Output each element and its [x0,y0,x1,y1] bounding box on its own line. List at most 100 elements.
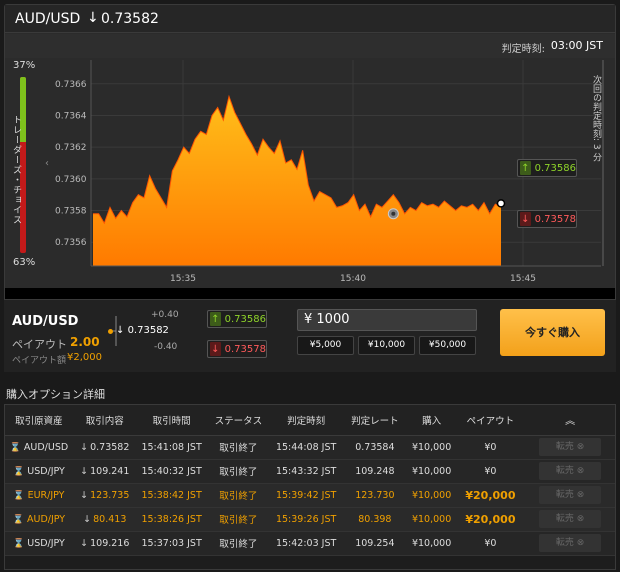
cell-time: 15:37:03 JST [141,537,202,549]
col-judge-time: 判定時刻 [270,405,343,436]
cell-judge-rate: 123.730 [355,489,395,501]
table-header: 取引原資産 取引内容 取引時間 ステータス 判定時刻 判定レート 購入 ペイアウ… [5,405,615,436]
arrow-down-icon: ↓ [80,537,89,549]
quick-amount-5000[interactable]: ¥5,000 [297,336,354,355]
cell-time: 15:38:42 JST [141,489,202,501]
payout-value: 2.00 [70,335,100,349]
cell-content: ↓ 0.73582 [80,441,130,453]
deadline-time: 03:00 JST [550,39,603,52]
cell-resale: 転売 ⊗ [525,483,615,507]
cell-asset: ⌛ AUD/JPY [12,513,66,525]
pair-title: AUD/USD [15,11,81,27]
strike-dot [108,329,113,334]
hourglass-icon: ⌛ [13,490,25,501]
cell-resale: 転売 ⊗ [525,531,615,555]
hourglass-icon: ⌛ [9,442,21,453]
buy-high-button[interactable]: ↑ 0.73586 [207,310,267,328]
resale-button[interactable]: 転売 ⊗ [539,438,602,456]
cell-purchase: ¥10,000 [411,537,452,549]
chart-high-price[interactable]: ↑ 0.73586 [517,159,577,177]
cell-resale: 転売 ⊗ [525,435,615,459]
cell-payout: ¥20,000 [465,488,516,502]
resale-button[interactable]: 転売 ⊗ [539,510,602,528]
buy-low-button[interactable]: ↓ 0.73578 [207,340,267,358]
cell-status: 取引終了 [219,467,258,478]
arrow-down-icon: ↓ [80,465,89,477]
col-time: 取引時間 [136,405,207,436]
current-point [496,199,506,208]
col-asset: 取引原資産 [5,405,73,436]
cell-content: ↓ 80.413 [83,513,127,525]
cell-content: ↓ 109.216 [80,537,130,549]
y-tick-label: 0.7360 [55,175,87,185]
col-content: 取引内容 [72,405,137,436]
arrow-down-icon: ↓ [210,342,221,356]
cell-judge-time: 15:43:32 JST [275,465,337,477]
cell-status: 取引終了 [219,515,258,526]
cell-asset: ⌛ EUR/JPY [13,489,65,501]
arrow-down-icon: ↓ [83,513,92,525]
y-tick-label: 0.7366 [55,80,87,90]
table-row: ⌛ AUD/JPY ↓ 80.413 15:38:26 JST 取引終了 15:39:26 … [5,507,615,531]
cell-purchase: ¥10,000 [411,489,452,501]
cell-status: 取引終了 [219,443,258,454]
cell-content: ↓ 123.735 [80,489,130,501]
hourglass-icon: ⌛ [13,538,25,549]
y-tick-label: 0.7358 [55,207,87,217]
arrow-down-icon: ↓ [80,489,89,501]
cell-judge-time: 15:44:08 JST [275,441,337,453]
resale-button[interactable]: 転売 ⊗ [539,486,602,504]
cell-payout: ¥0 [484,441,497,453]
buy-now-button[interactable]: 今すぐ購入 [500,309,605,356]
quick-amount-10000[interactable]: ¥10,000 [358,336,415,355]
cell-asset: ⌛ USD/JPY [13,465,65,477]
arrow-down-icon: ↓ [80,441,89,453]
chevron-up-icon[interactable]: ︽ [565,416,575,427]
cell-time: 15:38:26 JST [141,513,202,525]
arrow-down-icon: ↓ [87,10,99,26]
chevron-left-icon[interactable]: ‹ [45,158,49,169]
cell-time: 15:40:32 JST [141,465,202,477]
hourglass-icon: ⌛ [13,466,25,477]
cell-purchase: ¥10,000 [411,465,452,477]
low-ratio: 63% [13,257,36,268]
x-tick-label: 15:35 [170,274,196,284]
table-row: ⌛ AUD/USD ↓ 0.73582 15:41:08 JST 取引終了 15:44:08… [5,435,615,459]
order-panel: AUD/USD ペイアウト 2.00 ペイアウト額 ¥2,000 +0.40 ↓… [4,299,616,372]
col-judge-rate: 判定レート [342,405,408,436]
y-tick-label: 0.7364 [55,111,87,121]
cell-time: 15:41:08 JST [141,441,202,453]
cell-purchase: ¥10,000 [411,513,452,525]
trader-choice-label: トレーダーズ・チョイス [11,115,21,225]
payout-label: ペイアウト [12,338,67,351]
y-tick-label: 0.7362 [55,143,87,153]
cell-resale: 転売 ⊗ [525,507,615,531]
collapse-table-button[interactable]: ︽ [525,405,615,436]
cell-judge-time: 15:42:03 JST [275,537,337,549]
deadline-label: 判定時刻: [501,44,545,55]
y-tick-label: 0.7356 [55,238,87,248]
cell-payout: ¥0 [484,537,497,549]
chart-low-price[interactable]: ↓ 0.73578 [517,210,577,228]
strike-rate: ↓ 0.73582 [116,325,169,336]
quick-amount-50000[interactable]: ¥50,000 [419,336,476,355]
title-bar: AUD/USD ↓ 0.73582 [5,5,615,33]
amount-input[interactable]: ¥ 1000 [297,309,477,331]
high-ratio: 37% [13,60,36,71]
cell-purchase: ¥10,000 [411,441,452,453]
cell-asset: ⌛ USD/JPY [13,537,65,549]
x-tick-label: 15:40 [340,274,366,284]
resale-button[interactable]: 転売 ⊗ [539,462,602,480]
resale-button[interactable]: 転売 ⊗ [539,534,602,552]
cell-status: 取引終了 [219,491,258,502]
next-deadline-label: 次回の判定時刻: 3 分 [591,75,601,162]
payout-amount: ¥2,000 [67,352,102,363]
cell-resale: 転売 ⊗ [525,459,615,483]
purchase-details-table: 取引原資産 取引内容 取引時間 ステータス 判定時刻 判定レート 購入 ペイアウ… [4,404,616,570]
table-row: ⌛ USD/JPY ↓ 109.216 15:37:03 JST 取引終了 15:42:03… [5,531,615,555]
order-pair: AUD/USD [12,314,79,329]
cell-judge-rate: 0.73584 [355,441,395,453]
strike-minus: -0.40 [154,342,178,352]
col-purchase: 購入 [407,405,456,436]
cell-judge-rate: 109.254 [355,537,395,549]
